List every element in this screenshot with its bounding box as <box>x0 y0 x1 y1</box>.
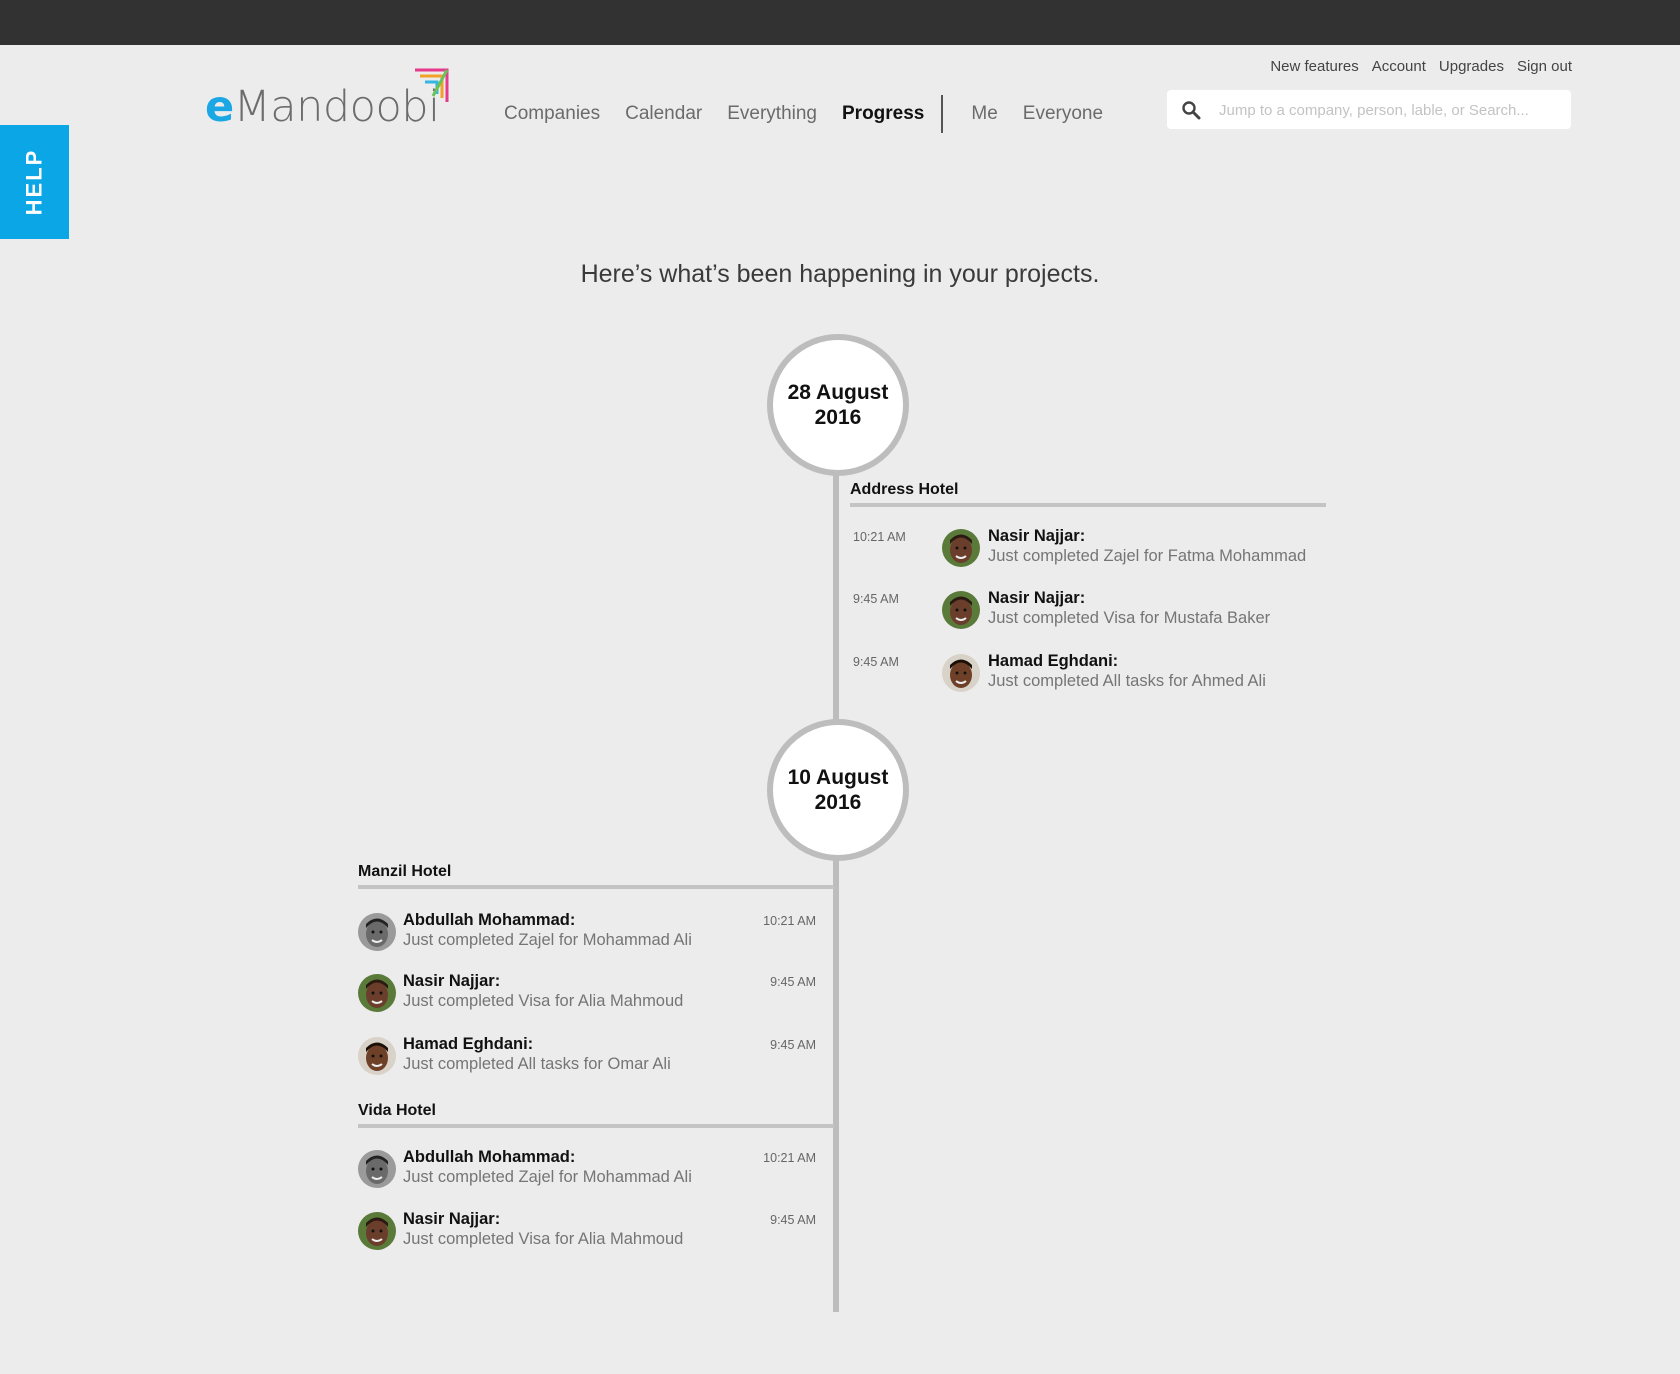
activity-time: 10:21 AM <box>763 1151 816 1165</box>
emandoobi-logo[interactable]: eMandoobi <box>205 66 465 136</box>
nav-everyone[interactable]: Everyone <box>1023 103 1103 125</box>
activity-time: 9:45 AM <box>853 655 899 669</box>
activity-item[interactable]: 9:45 AM Hamad Eghdani: Just completed Al… <box>843 652 1319 698</box>
activity-time: 9:45 AM <box>770 1213 816 1227</box>
date-year: 2016 <box>814 791 862 814</box>
link-account[interactable]: Account <box>1372 58 1426 75</box>
link-new-features[interactable]: New features <box>1270 58 1358 75</box>
activity-item[interactable]: Nasir Najjar: Just completed Visa for Al… <box>358 972 834 1018</box>
person-name[interactable]: Hamad Eghdani: <box>988 652 1118 671</box>
nav-divider <box>941 95 944 133</box>
date-year: 2016 <box>814 406 862 429</box>
person-name[interactable]: Abdullah Mohammad: <box>403 1148 575 1167</box>
activity-time: 10:21 AM <box>763 914 816 928</box>
link-sign-out[interactable]: Sign out <box>1517 58 1572 75</box>
activity-description: Just completed Zajel for Mohammad Ali <box>403 931 692 949</box>
search-box <box>1167 90 1571 131</box>
page-headline: Here’s what’s been happening in your pro… <box>580 260 1100 288</box>
nav-companies[interactable]: Companies <box>504 103 600 125</box>
avatar[interactable] <box>942 529 980 567</box>
activity-item[interactable]: 10:21 AM Nasir Najjar: Just completed Za… <box>843 527 1319 573</box>
nav-progress[interactable]: Progress <box>842 103 924 125</box>
help-tab[interactable]: HELP <box>0 125 69 239</box>
person-name[interactable]: Abdullah Mohammad: <box>403 911 575 930</box>
avatar[interactable] <box>358 913 396 951</box>
activity-item[interactable]: Nasir Najjar: Just completed Visa for Al… <box>358 1210 834 1256</box>
activity-description: Just completed All tasks for Omar Ali <box>403 1055 671 1073</box>
avatar[interactable] <box>942 591 980 629</box>
person-name[interactable]: Hamad Eghdani: <box>403 1035 533 1054</box>
avatar[interactable] <box>358 1150 396 1188</box>
activity-time: 9:45 AM <box>853 592 899 606</box>
logo-arrows-icon <box>415 68 449 102</box>
main-nav: Companies Calendar Everything Progress M… <box>504 94 1128 134</box>
nav-calendar[interactable]: Calendar <box>625 103 702 125</box>
activity-item[interactable]: Abdullah Mohammad: Just completed Zajel … <box>358 1148 834 1194</box>
company-title[interactable]: Manzil Hotel <box>358 863 834 889</box>
activity-item[interactable]: 9:45 AM Nasir Najjar: Just completed Vis… <box>843 589 1319 635</box>
activity-description: Just completed Visa for Mustafa Baker <box>988 609 1271 627</box>
activity-item[interactable]: Hamad Eghdani: Just completed All tasks … <box>358 1035 834 1081</box>
company-group: Address Hotel <box>850 481 1326 507</box>
company-group: Vida Hotel <box>358 1102 834 1128</box>
date-day-month: 28 August <box>787 380 889 404</box>
avatar[interactable] <box>358 1212 396 1250</box>
company-title[interactable]: Address Hotel <box>850 481 1326 507</box>
date-marker: 28 August 2016 <box>767 334 909 476</box>
person-name[interactable]: Nasir Najjar: <box>403 1210 500 1229</box>
nav-me[interactable]: Me <box>971 103 997 125</box>
activity-time: 9:45 AM <box>770 1038 816 1052</box>
company-title[interactable]: Vida Hotel <box>358 1102 834 1128</box>
avatar[interactable] <box>358 1037 396 1075</box>
person-name[interactable]: Nasir Najjar: <box>403 972 500 991</box>
activity-description: Just completed Visa for Alia Mahmoud <box>403 1230 684 1248</box>
account-links: New features Account Upgrades Sign out <box>1257 58 1572 75</box>
avatar[interactable] <box>942 654 980 692</box>
activity-item[interactable]: Abdullah Mohammad: Just completed Zajel … <box>358 911 834 957</box>
activity-description: Just completed Zajel for Mohammad Ali <box>403 1168 692 1186</box>
top-bar <box>0 0 1680 45</box>
search-icon[interactable] <box>1181 100 1201 120</box>
activity-time: 9:45 AM <box>770 975 816 989</box>
activity-description: Just completed All tasks for Ahmed Ali <box>988 672 1266 690</box>
activity-description: Just completed Visa for Alia Mahmoud <box>403 992 684 1010</box>
person-name[interactable]: Nasir Najjar: <box>988 589 1085 608</box>
logo-wordmark: eMandoobi <box>205 82 440 132</box>
company-group: Manzil Hotel <box>358 863 834 889</box>
help-label: HELP <box>21 148 47 216</box>
date-marker: 10 August 2016 <box>767 719 909 861</box>
link-upgrades[interactable]: Upgrades <box>1439 58 1504 75</box>
avatar[interactable] <box>358 974 396 1012</box>
search-input[interactable] <box>1217 90 1561 131</box>
person-name[interactable]: Nasir Najjar: <box>988 527 1085 546</box>
activity-description: Just completed Zajel for Fatma Mohammad <box>988 547 1307 565</box>
date-day-month: 10 August <box>787 765 889 789</box>
activity-time: 10:21 AM <box>853 530 906 544</box>
nav-everything[interactable]: Everything <box>727 103 817 125</box>
